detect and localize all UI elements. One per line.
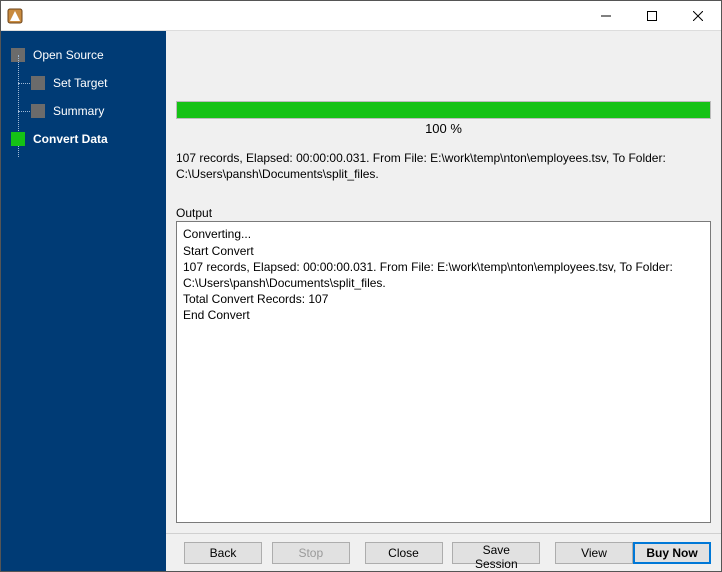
- progress-percent-label: 100 %: [176, 121, 711, 136]
- step-label: Set Target: [53, 76, 107, 90]
- output-line: 107 records, Elapsed: 00:00:00.031. From…: [183, 259, 704, 291]
- sidebar: Open Source Set Target Summary Convert D…: [1, 31, 166, 571]
- output-label: Output: [176, 206, 711, 220]
- minimize-button[interactable]: [583, 1, 629, 31]
- close-window-button[interactable]: [675, 1, 721, 31]
- save-session-button[interactable]: Save Session: [452, 542, 540, 564]
- output-box[interactable]: Converting... Start Convert 107 records,…: [176, 221, 711, 523]
- app-window: Open Source Set Target Summary Convert D…: [0, 0, 722, 572]
- step-box-icon: [31, 104, 45, 118]
- close-button[interactable]: Close: [365, 542, 443, 564]
- step-open-source[interactable]: Open Source: [1, 43, 166, 67]
- status-text: 107 records, Elapsed: 00:00:00.031. From…: [176, 150, 711, 182]
- content: 100 % 107 records, Elapsed: 00:00:00.031…: [166, 31, 721, 533]
- output-line: Converting...: [183, 226, 704, 242]
- step-box-icon: [31, 76, 45, 90]
- step-set-target[interactable]: Set Target: [1, 71, 166, 95]
- app-icon: [7, 8, 23, 24]
- maximize-button[interactable]: [629, 1, 675, 31]
- output-line: Total Convert Records: 107: [183, 291, 704, 307]
- step-summary[interactable]: Summary: [1, 99, 166, 123]
- stop-button: Stop: [272, 542, 350, 564]
- titlebar-left: [1, 8, 23, 24]
- step-label: Summary: [53, 104, 104, 118]
- button-bar: Back Stop Close Save Session View Buy No…: [166, 533, 721, 571]
- progress-bar: [176, 101, 711, 119]
- output-line: End Convert: [183, 307, 704, 323]
- view-button[interactable]: View: [555, 542, 633, 564]
- top-spacer: [176, 41, 711, 101]
- window-controls: [583, 1, 721, 31]
- output-line: Start Convert: [183, 243, 704, 259]
- step-label: Open Source: [33, 48, 104, 62]
- step-box-icon: [11, 132, 25, 146]
- step-convert-data[interactable]: Convert Data: [1, 127, 166, 151]
- step-label: Convert Data: [33, 132, 108, 146]
- main-panel: 100 % 107 records, Elapsed: 00:00:00.031…: [166, 31, 721, 571]
- progress-fill: [177, 102, 710, 118]
- back-button[interactable]: Back: [184, 542, 262, 564]
- buy-now-button[interactable]: Buy Now: [633, 542, 711, 564]
- titlebar: [1, 1, 721, 31]
- body: Open Source Set Target Summary Convert D…: [1, 31, 721, 571]
